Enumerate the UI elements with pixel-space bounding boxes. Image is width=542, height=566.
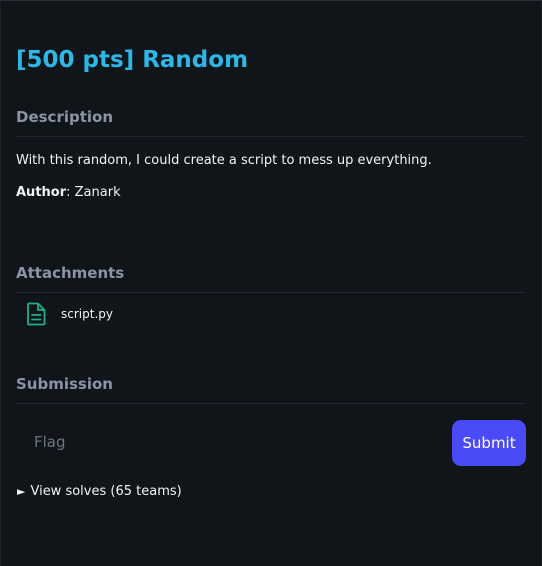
view-solves-label: View solves (65 teams): [30, 484, 182, 499]
challenge-panel: [500 pts] Random Description With this r…: [0, 0, 542, 566]
attachments-divider: [16, 292, 526, 293]
submit-button[interactable]: Submit: [452, 420, 526, 466]
submission-heading: Submission: [16, 375, 113, 393]
expand-triangle-icon: ►: [17, 485, 26, 498]
author-label: Author: [16, 185, 67, 200]
description-divider: [16, 136, 526, 137]
submission-divider: [16, 403, 526, 404]
view-solves-toggle[interactable]: ► View solves (65 teams): [17, 484, 182, 499]
author-name: : Zanark: [66, 185, 121, 200]
attachment-script-py[interactable]: script.py: [25, 302, 113, 326]
flag-input[interactable]: [16, 421, 441, 463]
author-line: Author: Zanark: [16, 185, 121, 200]
attachments-heading: Attachments: [16, 264, 125, 282]
description-text: With this random, I could create a scrip…: [16, 153, 432, 168]
challenge-title: [500 pts] Random: [16, 47, 249, 73]
description-heading: Description: [16, 108, 114, 126]
attachment-file-name: script.py: [61, 307, 113, 321]
file-text-icon: [25, 302, 47, 326]
